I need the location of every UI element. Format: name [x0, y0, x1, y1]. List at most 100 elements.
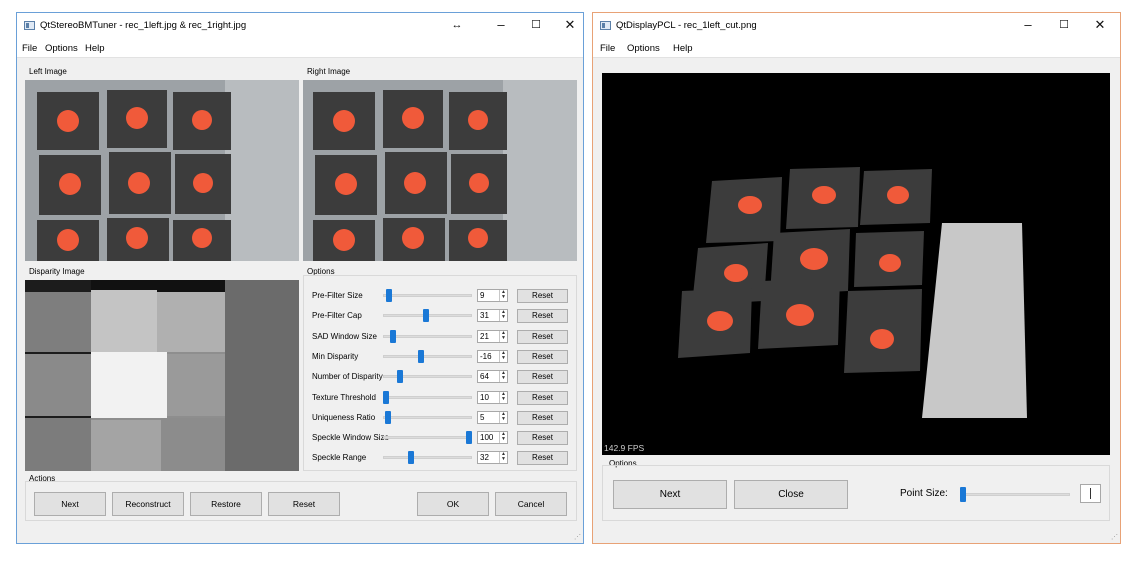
spin-arrows-icon[interactable]: ▲ ▼ [499, 330, 507, 342]
option-slider-track[interactable] [383, 395, 472, 399]
spin-arrows-icon[interactable]: ▲ ▼ [499, 432, 507, 444]
option-value: 21 [480, 331, 489, 341]
ok-button[interactable]: OK [417, 492, 489, 516]
minimize-icon[interactable]: – [1018, 16, 1038, 34]
option-reset-button[interactable]: Reset [517, 309, 568, 324]
option-slider-track[interactable] [383, 334, 472, 338]
option-slider-handle[interactable] [383, 390, 389, 404]
point-cloud-viewer[interactable]: 142.9 FPS [602, 73, 1110, 455]
option-spinbox[interactable]: 31 ▲ ▼ [477, 309, 508, 323]
maximize-icon[interactable]: ☐ [1054, 16, 1074, 34]
menu-file[interactable]: File [600, 43, 615, 54]
point-size-slider-track[interactable] [960, 493, 1070, 496]
menu-options[interactable]: Options [45, 43, 78, 54]
options-group: Next Close Point Size: [602, 465, 1110, 521]
maximize-icon[interactable]: ☐ [526, 16, 546, 34]
option-value: 5 [480, 412, 485, 422]
menu-options[interactable]: Options [627, 43, 660, 54]
resize-grip-icon[interactable]: ⋰ [574, 533, 581, 541]
option-label: Pre-Filter Size [312, 291, 363, 300]
close-icon[interactable]: ✕ [560, 16, 580, 34]
spin-arrows-icon[interactable]: ▲ ▼ [499, 290, 507, 301]
restore-button[interactable]: Restore [190, 492, 262, 516]
point-size-spinbox[interactable] [1080, 484, 1101, 503]
option-spinbox[interactable]: 9 ▲ ▼ [477, 289, 508, 302]
option-slider-handle[interactable] [417, 349, 424, 363]
spin-arrows-icon[interactable]: ▲ ▼ [499, 391, 507, 403]
option-value: 64 [480, 372, 489, 382]
option-slider-handle[interactable] [385, 410, 392, 424]
option-value: 31 [480, 311, 489, 321]
option-reset-button[interactable]: Reset [517, 451, 568, 466]
resize-grip-icon[interactable]: ⋰ [1111, 533, 1118, 541]
option-spinbox[interactable]: 64 ▲ ▼ [477, 370, 508, 384]
close-icon[interactable]: ✕ [1090, 16, 1110, 34]
left-image [25, 80, 299, 261]
spin-arrows-icon[interactable]: ▲ ▼ [499, 350, 507, 362]
option-row: Min Disparity -16 ▲ ▼ Reset [304, 349, 576, 365]
option-label: Speckle Window Size [312, 433, 389, 443]
point-size-label: Point Size: [900, 488, 948, 499]
option-spinbox[interactable]: 10 ▲ ▼ [477, 390, 508, 404]
option-slider-handle[interactable] [397, 370, 404, 384]
option-row: Speckle Window Size 100 ▲ ▼ Reset [304, 430, 576, 446]
reset-button[interactable]: Reset [268, 492, 340, 516]
fps-readout: 142.9 FPS [604, 443, 645, 453]
app-icon [600, 21, 611, 30]
close-button[interactable]: Close [734, 480, 848, 509]
option-label: SAD Window Size [312, 331, 377, 341]
option-reset-button[interactable]: Reset [517, 349, 568, 364]
option-spinbox[interactable]: 100 ▲ ▼ [477, 431, 508, 445]
option-reset-button[interactable]: Reset [517, 390, 568, 405]
option-spinbox[interactable]: 21 ▲ ▼ [477, 329, 508, 343]
option-row: Speckle Range 32 ▲ ▼ Reset [304, 450, 576, 466]
option-reset-button[interactable]: Reset [517, 370, 568, 385]
option-spinbox[interactable]: 32 ▲ ▼ [477, 451, 508, 465]
option-slider-track[interactable] [383, 354, 472, 358]
menu-bar: File Options Help [593, 39, 1120, 57]
option-slider-track[interactable] [383, 456, 472, 460]
menu-file[interactable]: File [22, 43, 37, 54]
option-reset-button[interactable]: Reset [517, 431, 568, 446]
option-slider-handle[interactable] [386, 289, 393, 302]
minimize-icon[interactable]: – [491, 16, 511, 34]
option-reset-button[interactable]: Reset [517, 329, 568, 344]
spin-arrows-icon[interactable]: ▲ ▼ [499, 452, 507, 464]
menu-help[interactable]: Help [85, 43, 105, 54]
title-bar[interactable]: QtDisplayPCL - rec_1left_cut.png – ☐ ✕ [593, 13, 1120, 39]
menu-help[interactable]: Help [673, 43, 693, 54]
option-value: 32 [480, 453, 489, 463]
option-slider-track[interactable] [383, 436, 472, 440]
options-group: Pre-Filter Size 9 ▲ ▼ Reset Pre-Filter Cap 31 ▲… [303, 275, 577, 471]
option-value: 10 [480, 392, 489, 402]
right-image-label: Right Image [307, 67, 351, 76]
spin-arrows-icon[interactable]: ▲ ▼ [499, 310, 507, 322]
left-image-label: Left Image [29, 67, 67, 76]
option-label: Speckle Range [312, 453, 367, 463]
option-slider-handle[interactable] [466, 431, 472, 445]
cancel-button[interactable]: Cancel [495, 492, 567, 516]
option-slider-track[interactable] [383, 294, 472, 297]
next-button[interactable]: Next [613, 480, 727, 509]
option-label: Pre-Filter Cap [312, 311, 362, 321]
option-slider-track[interactable] [383, 415, 472, 419]
option-row: Number of Disparity 64 ▲ ▼ Reset [304, 369, 576, 385]
window-title: QtDisplayPCL - rec_1left_cut.png [616, 20, 757, 31]
point-size-slider-handle[interactable] [960, 487, 966, 502]
option-slider-handle[interactable] [422, 309, 429, 323]
actions-group: Next Reconstruct Restore Reset OK Cancel [25, 481, 577, 521]
option-reset-button[interactable]: Reset [517, 289, 568, 303]
spin-arrows-icon[interactable]: ▲ ▼ [499, 371, 507, 383]
option-reset-button[interactable]: Reset [517, 410, 568, 425]
next-button[interactable]: Next [34, 492, 106, 516]
option-slider-handle[interactable] [407, 451, 414, 465]
option-spinbox[interactable]: -16 ▲ ▼ [477, 349, 508, 363]
stereo-tuner-window: QtStereoBMTuner - rec_1left.jpg & rec_1r… [16, 12, 584, 544]
spin-arrows-icon[interactable]: ▲ ▼ [499, 411, 507, 423]
title-bar[interactable]: QtStereoBMTuner - rec_1left.jpg & rec_1r… [17, 13, 583, 39]
app-icon [24, 21, 35, 30]
option-label: Texture Threshold [312, 392, 376, 402]
reconstruct-button[interactable]: Reconstruct [112, 492, 184, 516]
option-spinbox[interactable]: 5 ▲ ▼ [477, 410, 508, 424]
option-slider-handle[interactable] [389, 329, 396, 343]
